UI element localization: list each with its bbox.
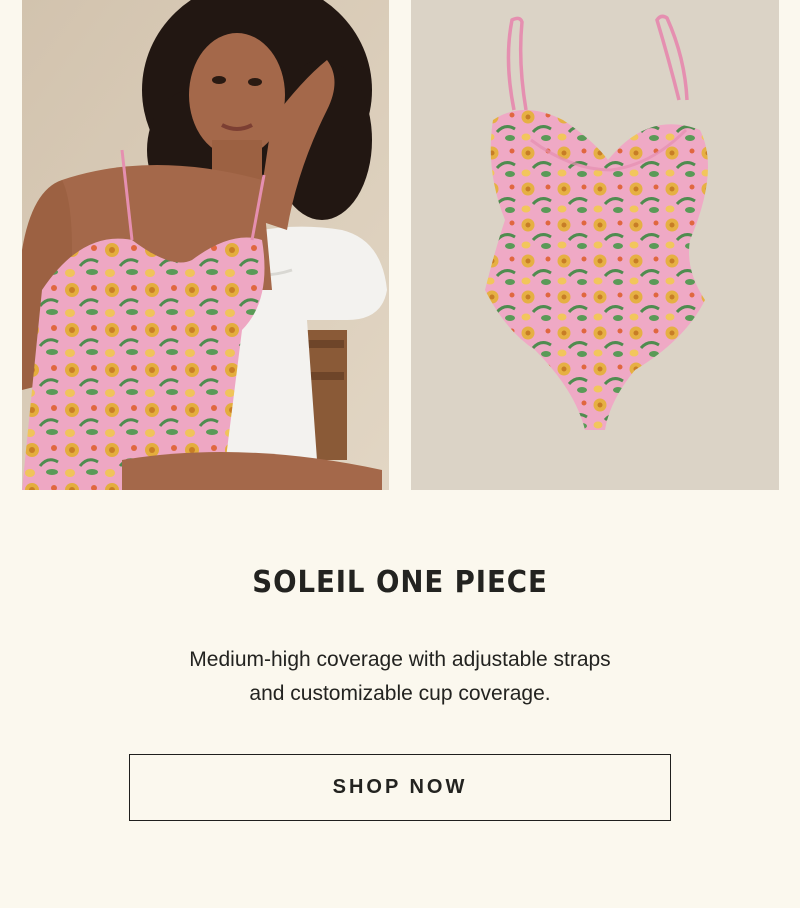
product-title: SOLEIL ONE PIECE	[252, 565, 548, 600]
shop-now-button[interactable]: SHOP NOW	[129, 754, 671, 821]
product-description: Medium-high coverage with adjustable str…	[150, 643, 650, 711]
product-description-line-1: Medium-high coverage with adjustable str…	[189, 648, 611, 671]
product-photo[interactable]	[411, 0, 779, 490]
model-photo[interactable]	[22, 0, 389, 490]
model-photo-illustration	[22, 0, 389, 490]
photo-row	[22, 0, 779, 490]
email-product-block: SOLEIL ONE PIECE Medium-high coverage wi…	[0, 0, 800, 908]
product-photo-illustration	[411, 0, 779, 490]
product-description-line-2: and customizable cup coverage.	[249, 682, 551, 705]
